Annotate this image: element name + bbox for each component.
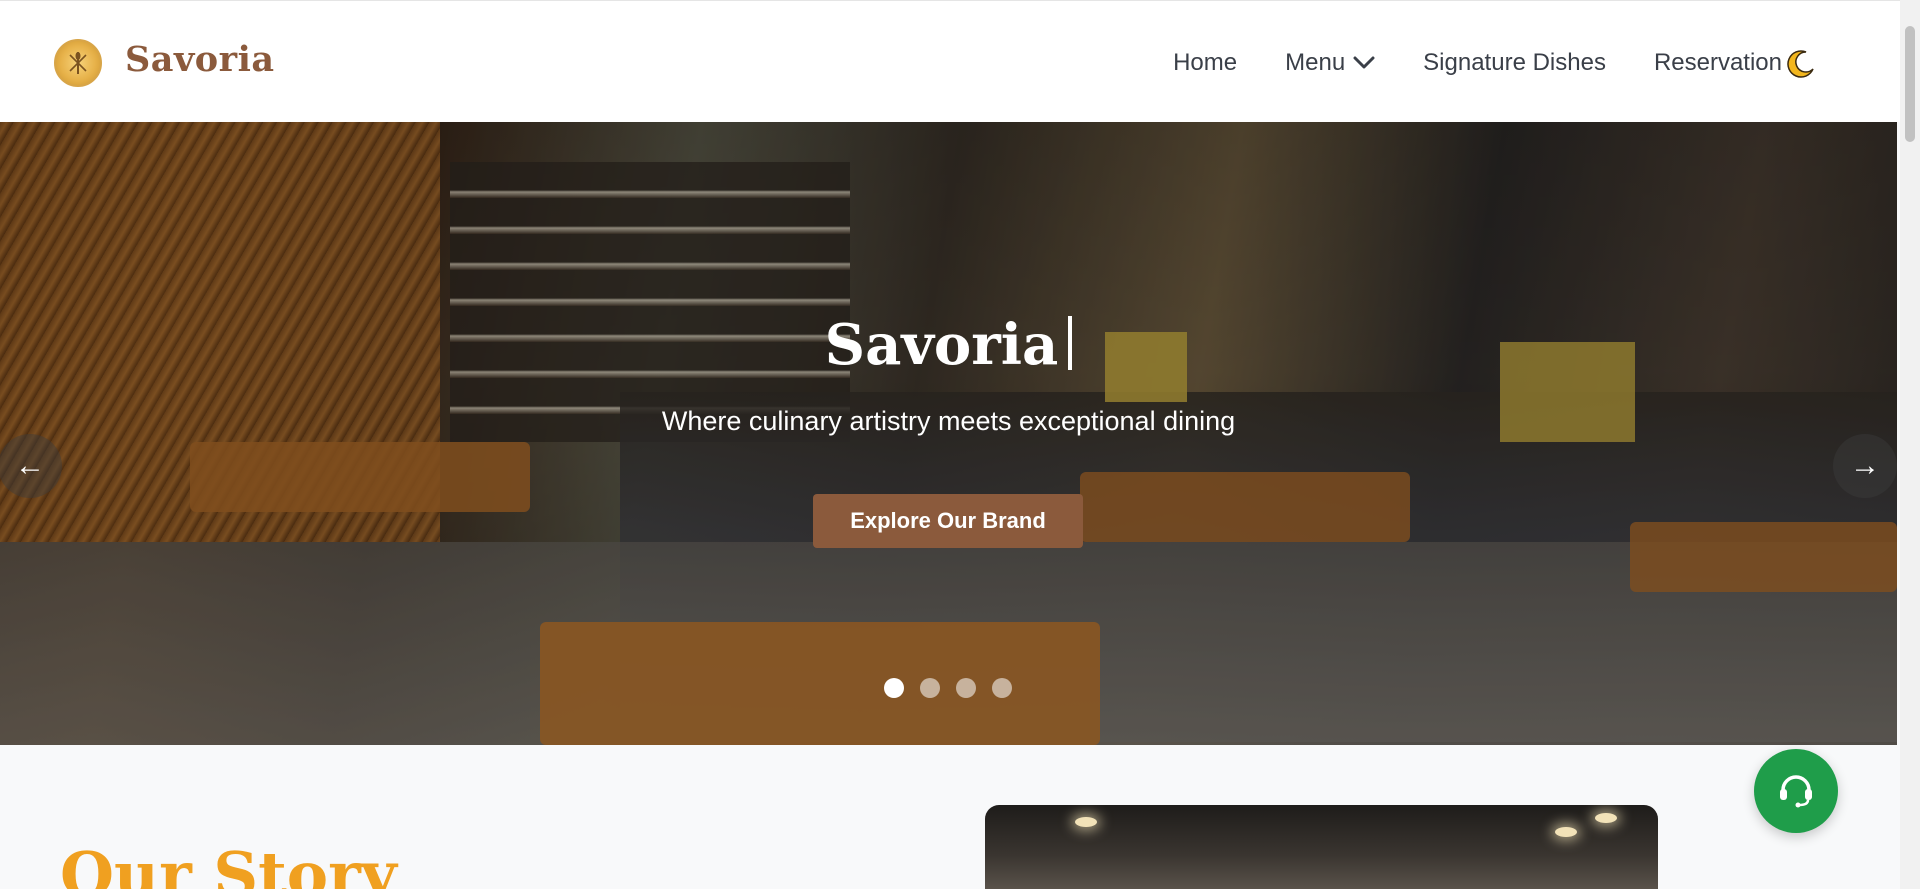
nav-signature-dishes[interactable]: Signature Dishes [1423, 49, 1606, 77]
carousel-dot[interactable] [920, 678, 940, 698]
moon-icon[interactable] [1784, 47, 1818, 81]
hero-carousel: Savoria Where culinary artistry meets ex… [0, 122, 1897, 745]
nav-menu-label: Menu [1285, 49, 1346, 76]
story-image [985, 805, 1658, 889]
wheat-logo-icon[interactable] [54, 39, 102, 87]
nav-reservation-label: Reservation [1653, 49, 1782, 76]
headset-icon [1775, 768, 1817, 815]
arrow-right-icon: → [1850, 449, 1880, 482]
page-scrollbar[interactable] [1900, 0, 1920, 889]
arrow-left-icon: ← [15, 449, 45, 482]
carousel-dot[interactable] [884, 678, 904, 698]
ceiling-light [1555, 827, 1577, 837]
carousel-next-button[interactable]: → [1833, 434, 1897, 498]
nav-reservation[interactable]: Reservation [1654, 49, 1782, 77]
carousel-dot[interactable] [956, 678, 976, 698]
nav-home-label: Home [1173, 49, 1238, 76]
hero-subtitle: Where culinary artistry meets exceptiona… [661, 406, 1236, 436]
carousel-dot[interactable] [992, 678, 1012, 698]
brand-name[interactable]: Savoria [125, 39, 275, 80]
typing-cursor [1068, 316, 1073, 370]
carousel-prev-button[interactable]: ← [0, 434, 62, 498]
ceiling-light [1075, 817, 1097, 827]
chevron-down-icon [1353, 49, 1375, 77]
scrollbar-thumb[interactable] [1905, 26, 1915, 142]
hero-title-text: Savoria [824, 312, 1059, 378]
explore-brand-button[interactable]: Explore Our Brand [813, 494, 1083, 548]
section-title-our-story: Our Story [60, 838, 397, 889]
nav-signature-dishes-label: Signature Dishes [1423, 49, 1606, 76]
support-chat-button[interactable] [1754, 749, 1838, 833]
ceiling-light [1595, 813, 1617, 823]
hero-title: Savoria [0, 312, 1897, 378]
nav-home[interactable]: Home [1173, 49, 1237, 77]
main-nav: Home Menu Signature Dishes Reservation [1125, 49, 1782, 77]
site-header: Savoria Home Menu Signature Dishes Reser… [0, 0, 1900, 122]
carousel-indicators [884, 678, 1028, 698]
nav-menu-dropdown[interactable]: Menu [1285, 49, 1375, 77]
